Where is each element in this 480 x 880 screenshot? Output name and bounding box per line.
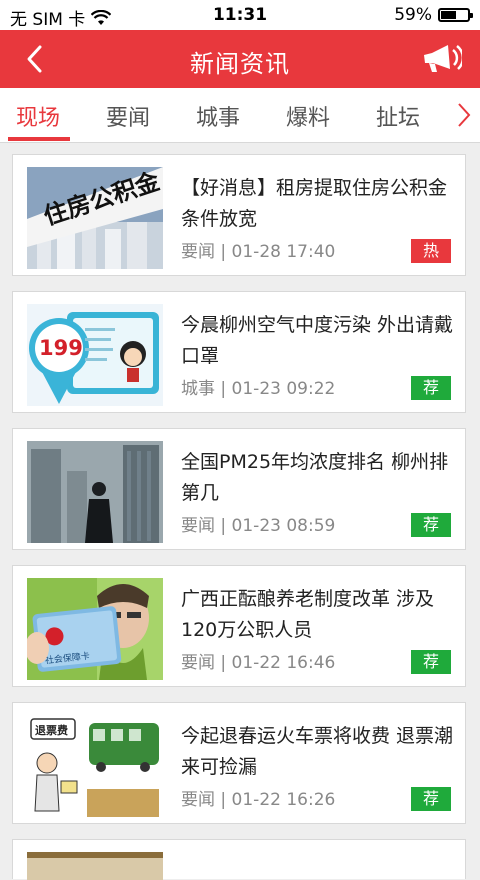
category-tabs: 现场 要闻 城事 爆料 扯坛: [0, 88, 480, 143]
battery-nub: [470, 13, 473, 18]
page-title: 新闻资讯: [190, 50, 290, 78]
news-item[interactable]: 社会保障卡 广西正酝酿养老制度改革 涉及120万公职人员 要闻 | 01-22 …: [12, 565, 466, 687]
news-thumbnail: [27, 852, 163, 880]
news-category: 要闻: [181, 516, 215, 536]
battery-fill: [441, 11, 457, 19]
news-meta: 要闻 | 01-22 16:26: [181, 790, 336, 810]
status-bar: 无 SIM 卡 11:31 59%: [0, 0, 480, 30]
thumb-caption: 199: [39, 336, 83, 360]
news-category: 要闻: [181, 790, 215, 810]
recommend-badge: 荐: [411, 787, 451, 811]
news-meta: 城事 | 01-23 09:22: [181, 379, 336, 399]
news-thumbnail: 社会保障卡: [27, 578, 163, 680]
tab-chengshi[interactable]: 城事: [196, 100, 240, 132]
battery-icon: [438, 8, 473, 22]
news-item[interactable]: 全国PM25年均浓度排名 柳州排第几 要闻 | 01-23 08:59 荐: [12, 428, 466, 550]
news-meta: 要闻 | 01-28 17:40: [181, 242, 336, 262]
news-category: 要闻: [181, 242, 215, 262]
news-headline: 【好消息】租房提取住房公积金条件放宽: [181, 177, 448, 230]
news-date: 01-28 17:40: [231, 242, 336, 262]
news-item[interactable]: 199 今晨柳州空气中度污染 外出请戴口罩 城事 | 01-23 09:22 荐: [12, 291, 466, 413]
megaphone-icon[interactable]: [420, 41, 462, 77]
thumb-caption: 退票费: [35, 723, 68, 737]
tab-chetan[interactable]: 扯坛: [376, 100, 420, 132]
news-category: 城事: [181, 379, 215, 399]
recommend-badge: 荐: [411, 650, 451, 674]
news-item[interactable]: 住房公积金 【好消息】租房提取住房公积金条件放宽 要闻 | 01-28 17:4…: [12, 154, 466, 276]
news-date: 01-22 16:26: [231, 790, 336, 810]
news-date: 01-23 08:59: [231, 516, 336, 536]
news-headline: 今起退春运火车票将收费 退票潮来可捡漏: [181, 725, 454, 778]
news-headline: 广西正酝酿养老制度改革 涉及120万公职人员: [181, 588, 435, 641]
news-thumbnail: 住房公积金: [27, 167, 163, 269]
news-meta: 要闻 | 01-22 16:46: [181, 653, 336, 673]
news-headline: 全国PM25年均浓度排名 柳州排第几: [181, 451, 449, 504]
news-date: 01-23 09:22: [231, 379, 336, 399]
news-category: 要闻: [181, 653, 215, 673]
news-meta: 要闻 | 01-23 08:59: [181, 516, 336, 536]
news-item[interactable]: [12, 839, 466, 880]
recommend-badge: 荐: [411, 513, 451, 537]
news-thumbnail: [27, 441, 163, 543]
active-tab-indicator: [8, 137, 70, 141]
tab-baoliao[interactable]: 爆料: [286, 100, 330, 132]
recommend-badge: 荐: [411, 376, 451, 400]
status-right: 59%: [394, 5, 473, 25]
news-thumbnail: 199: [27, 304, 163, 406]
chevron-right-icon[interactable]: [456, 101, 472, 129]
news-date: 01-22 16:46: [231, 653, 336, 673]
news-thumbnail: 退票费: [27, 715, 163, 817]
news-headline: 今晨柳州空气中度污染 外出请戴口罩: [181, 314, 454, 367]
news-item[interactable]: 退票费 今起退春运火车票将收费 退票潮来可捡漏 要闻 | 01-22 16:26…: [12, 702, 466, 824]
tab-yaowen[interactable]: 要闻: [106, 100, 150, 132]
hot-badge: 热: [411, 239, 451, 263]
nav-bar: 新闻资讯: [0, 30, 480, 88]
tab-xianchang[interactable]: 现场: [16, 100, 60, 132]
battery-percent: 59%: [394, 5, 432, 25]
